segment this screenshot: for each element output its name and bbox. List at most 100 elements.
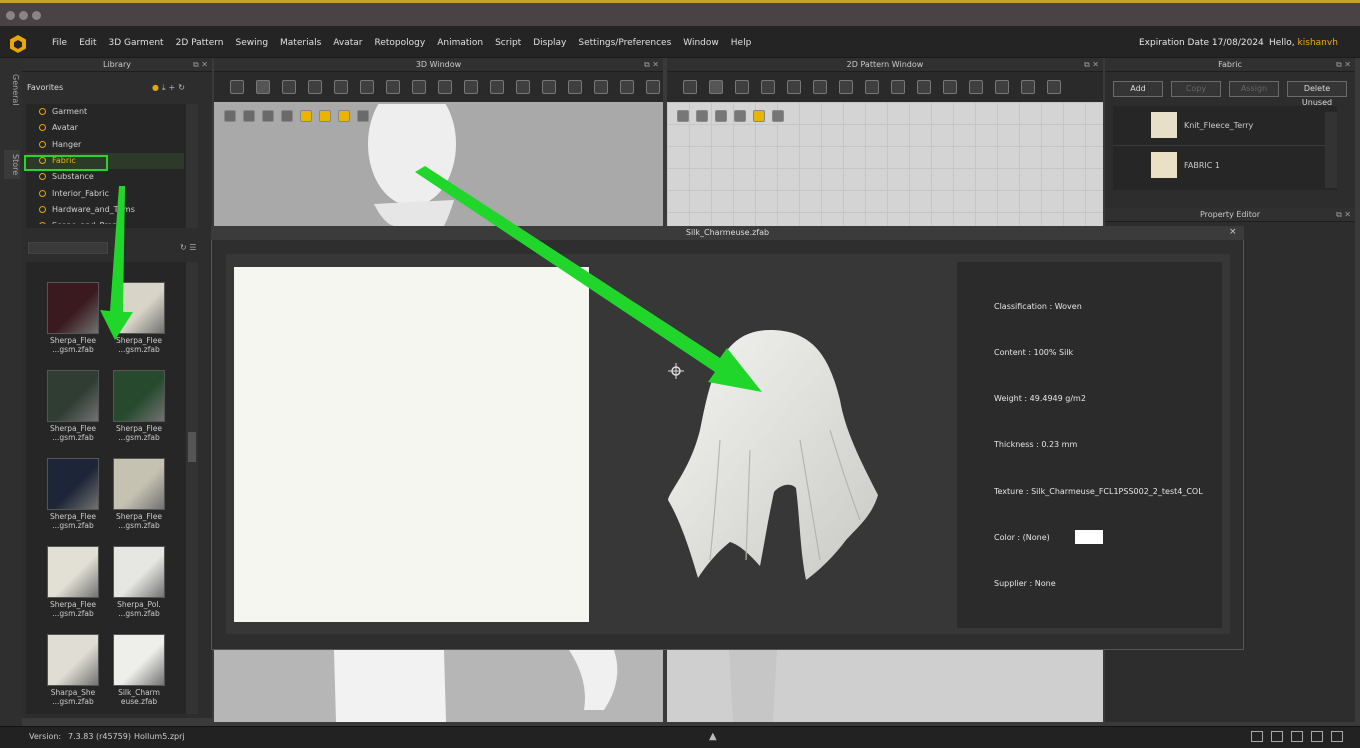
tool-icon[interactable] — [735, 80, 749, 94]
tool-icon[interactable] — [787, 80, 801, 94]
favorite-icon[interactable]: ● — [152, 83, 162, 92]
close-icon[interactable]: × — [1229, 227, 1237, 237]
3d-viewport-bottom[interactable] — [214, 650, 663, 722]
tool-icon[interactable] — [917, 80, 931, 94]
sub-tool-icon[interactable] — [281, 110, 293, 122]
fabric-thumbnail[interactable] — [47, 458, 99, 510]
tool-icon[interactable] — [969, 80, 983, 94]
layout-grid-icon[interactable] — [1311, 731, 1323, 742]
tab-store[interactable]: Store — [4, 150, 20, 180]
sub-tool-icon[interactable] — [243, 110, 255, 122]
sub-tool-icon[interactable] — [300, 110, 312, 122]
sub-tool-icon[interactable] — [677, 110, 689, 122]
assign-fabric-button[interactable]: Assign — [1229, 81, 1279, 97]
tree-item-interior-fabric[interactable]: Interior_Fabric — [26, 186, 184, 202]
layout-split-icon[interactable] — [1271, 731, 1283, 742]
sub-tool-icon[interactable] — [772, 110, 784, 122]
tool-icon[interactable] — [230, 80, 244, 94]
close-window-dot[interactable] — [6, 11, 15, 20]
layout-3d-icon[interactable] — [1291, 731, 1303, 742]
tool-icon[interactable] — [594, 80, 608, 94]
tool-icon[interactable] — [943, 80, 957, 94]
delete-unused-button[interactable]: Delete Unused — [1287, 81, 1347, 107]
menu-item[interactable]: Animation — [437, 38, 483, 48]
panel-float-icon[interactable]: ⧉ ✕ — [193, 58, 208, 72]
sub-tool-icon[interactable] — [224, 110, 236, 122]
sub-tool-icon[interactable] — [262, 110, 274, 122]
view-dropdown-icon[interactable]: ▾ — [116, 243, 120, 252]
tool-icon[interactable] — [334, 80, 348, 94]
panel-float-icon[interactable]: ⧉ ✕ — [1084, 58, 1099, 72]
tree-item-scene-and-props[interactable]: Scene_and_Props — [26, 218, 184, 225]
refresh-icon[interactable]: ↻ — [178, 83, 188, 92]
fabric-thumbnail[interactable] — [113, 546, 165, 598]
tool-icon[interactable] — [839, 80, 853, 94]
panel-float-icon[interactable]: ⧉ ✕ — [1336, 58, 1351, 72]
copy-fabric-button[interactable]: Copy — [1171, 81, 1221, 97]
tool-icon[interactable] — [412, 80, 426, 94]
tool-icon[interactable] — [360, 80, 374, 94]
tool-icon[interactable] — [490, 80, 504, 94]
username[interactable]: kishanvh — [1298, 38, 1338, 48]
zoom-window-dot[interactable] — [32, 11, 41, 20]
thumbnail-scrollbar[interactable] — [186, 262, 198, 714]
menu-item[interactable]: Help — [731, 38, 752, 48]
sub-tool-icon[interactable] — [696, 110, 708, 122]
fabric-thumbnail[interactable] — [113, 458, 165, 510]
menu-item[interactable]: Settings/Preferences — [578, 38, 671, 48]
tree-item-hardware-and-trims[interactable]: Hardware_and_Trims — [26, 202, 184, 218]
fabric-thumbnail[interactable] — [47, 282, 99, 334]
tool-icon[interactable] — [865, 80, 879, 94]
add-fabric-button[interactable]: Add — [1113, 81, 1163, 97]
tree-item-avatar[interactable]: Avatar — [26, 120, 184, 136]
tool-icon[interactable] — [464, 80, 478, 94]
sub-tool-icon[interactable] — [753, 110, 765, 122]
tool-icon[interactable] — [516, 80, 530, 94]
fabric-list-item[interactable]: FABRIC 1 — [1113, 146, 1325, 186]
fabric-thumbnail[interactable] — [113, 634, 165, 686]
tree-item-substance[interactable]: Substance — [26, 169, 184, 185]
sub-tool-icon[interactable] — [319, 110, 331, 122]
tool-icon[interactable] — [438, 80, 452, 94]
tool-icon[interactable] — [646, 80, 660, 94]
menu-item[interactable]: 2D Pattern — [176, 38, 224, 48]
tree-item-garment[interactable]: Garment — [26, 104, 184, 120]
tool-icon[interactable] — [761, 80, 775, 94]
menu-item[interactable]: Display — [533, 38, 566, 48]
layout-custom-icon[interactable] — [1331, 731, 1343, 742]
menu-item[interactable]: Sewing — [236, 38, 269, 48]
tool-icon[interactable] — [709, 80, 723, 94]
fabric-thumbnail[interactable] — [113, 370, 165, 422]
tool-icon[interactable] — [1021, 80, 1035, 94]
sub-tool-icon[interactable] — [357, 110, 369, 122]
tab-general[interactable]: General — [4, 74, 20, 106]
tool-icon[interactable] — [891, 80, 905, 94]
panel-float-icon[interactable]: ⧉ ✕ — [644, 58, 659, 72]
fabric-thumbnail[interactable] — [47, 546, 99, 598]
sub-tool-icon[interactable] — [734, 110, 746, 122]
menu-item[interactable]: Avatar — [333, 38, 362, 48]
menu-item[interactable]: File — [52, 38, 67, 48]
sub-tool-icon[interactable] — [715, 110, 727, 122]
tool-icon[interactable] — [542, 80, 556, 94]
tool-icon[interactable] — [683, 80, 697, 94]
tool-icon[interactable] — [308, 80, 322, 94]
menu-item[interactable]: Materials — [280, 38, 321, 48]
fabric-thumbnail[interactable] — [47, 370, 99, 422]
tree-item-hanger[interactable]: Hanger — [26, 137, 184, 153]
2d-grid-canvas[interactable] — [667, 102, 1103, 226]
tool-icon[interactable] — [1047, 80, 1061, 94]
fabric-thumbnail[interactable] — [47, 634, 99, 686]
menu-item[interactable]: Window — [683, 38, 719, 48]
menu-item[interactable]: 3D Garment — [109, 38, 164, 48]
add-icon[interactable]: + — [169, 83, 179, 92]
tool-icon[interactable] — [620, 80, 634, 94]
menu-item[interactable]: Retopology — [375, 38, 426, 48]
tool-icon[interactable] — [813, 80, 827, 94]
minimize-window-dot[interactable] — [19, 11, 28, 20]
fabric-thumbnail[interactable] — [113, 282, 165, 334]
sub-tool-icon[interactable] — [338, 110, 350, 122]
panel-float-icon[interactable]: ⧉ ✕ — [1336, 208, 1351, 222]
tree-scrollbar[interactable] — [186, 104, 198, 228]
tool-icon[interactable] — [256, 80, 270, 94]
